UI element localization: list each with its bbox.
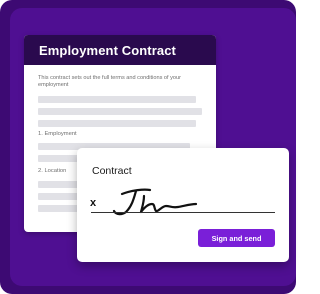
- signature-x-mark: x: [90, 197, 97, 209]
- document-title: Employment Contract: [39, 43, 176, 58]
- signature-card-title: Contract: [92, 165, 132, 177]
- text-placeholder-line: [38, 205, 82, 212]
- section-heading-employment: 1. Employment: [38, 131, 77, 137]
- signature-card: Contract x Sign and send: [77, 148, 289, 262]
- text-placeholder-line: [38, 181, 82, 188]
- text-placeholder-line: [38, 120, 196, 127]
- text-placeholder-line: [38, 108, 202, 115]
- text-placeholder-line: [38, 96, 196, 103]
- text-placeholder-line: [38, 193, 82, 200]
- sign-and-send-button[interactable]: Sign and send: [198, 229, 275, 247]
- document-intro: This contract sets out the full terms an…: [38, 75, 182, 88]
- section-heading-location: 2. Location: [38, 168, 67, 174]
- document-header: Employment Contract: [24, 35, 216, 65]
- signature-line: [91, 212, 275, 213]
